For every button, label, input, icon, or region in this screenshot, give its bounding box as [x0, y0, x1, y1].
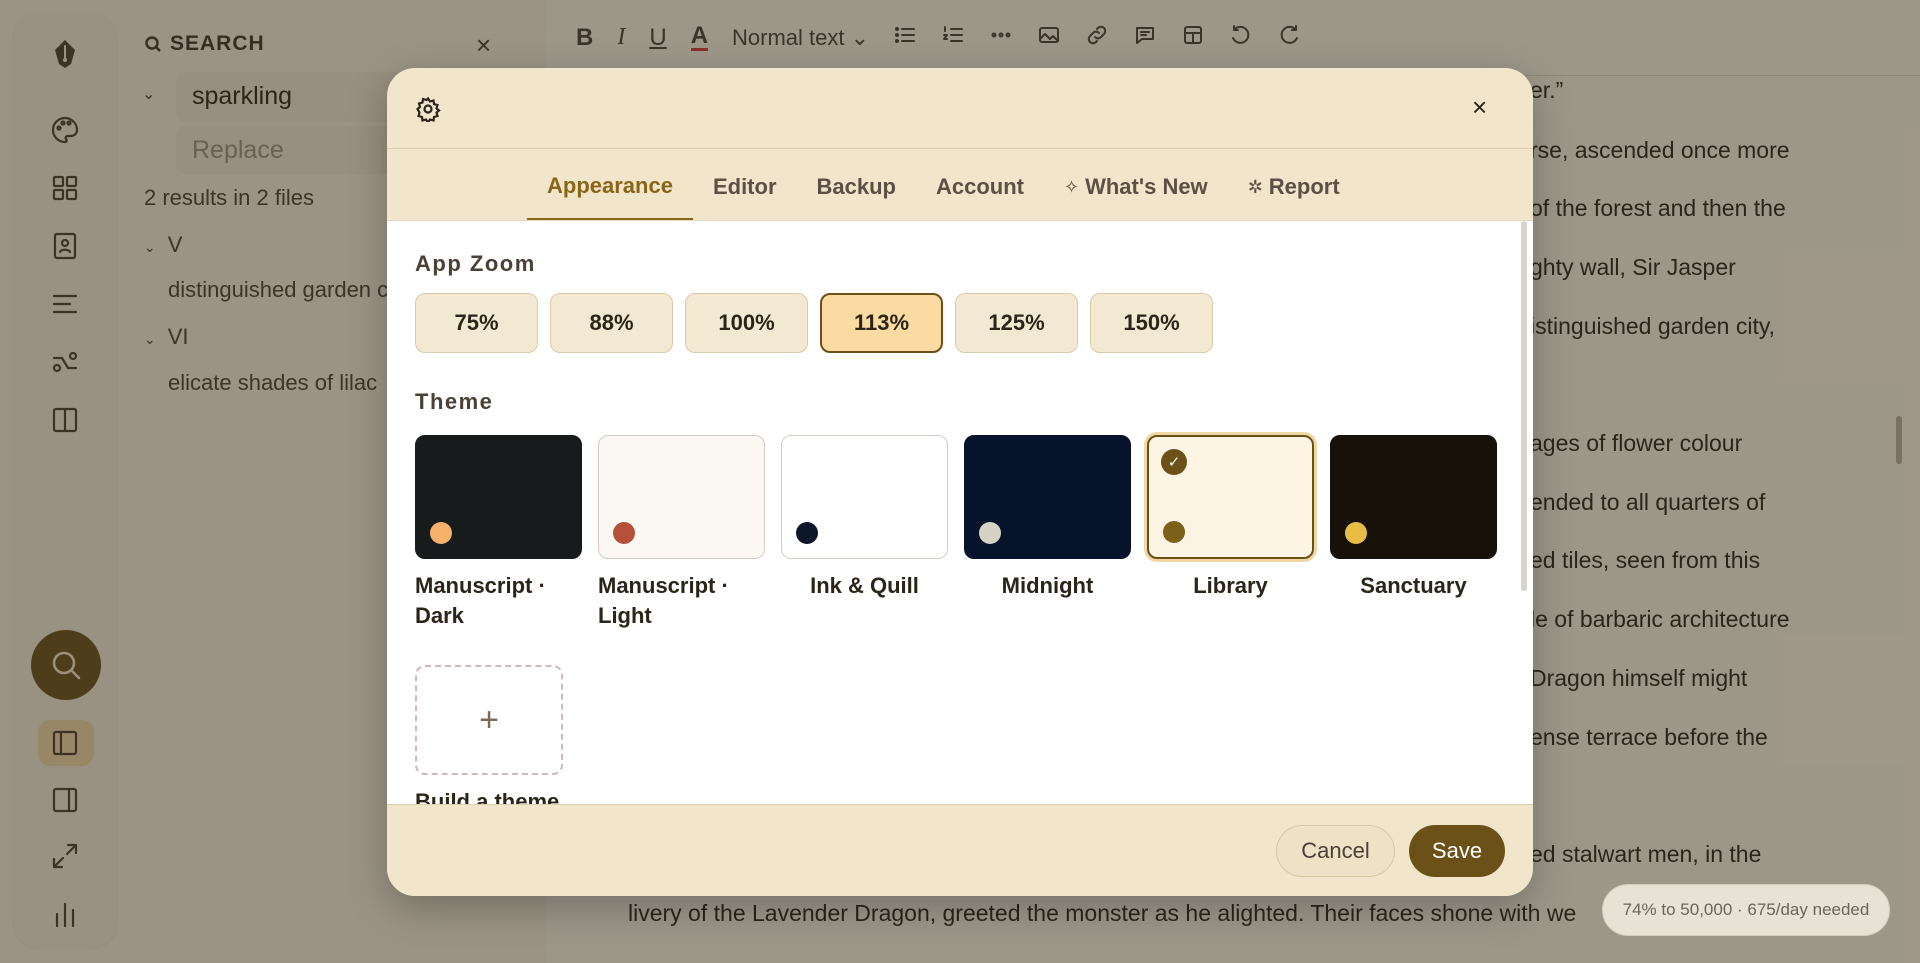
theme-name: Ink & Quill [810, 573, 919, 598]
tab-report[interactable]: ✲ Report [1228, 154, 1360, 220]
save-button[interactable]: Save [1409, 825, 1505, 877]
theme-swatch[interactable]: ✓ [1147, 435, 1314, 559]
theme-accent-dot [613, 522, 635, 544]
theme-name: Midnight [1001, 573, 1094, 598]
tab-label: Report [1268, 174, 1340, 199]
theme-card-selected[interactable]: ✓ Library [1147, 435, 1314, 631]
tab-label: What's New [1085, 174, 1208, 199]
bug-icon: ✲ [1247, 176, 1263, 197]
tab-whats-new[interactable]: ✧ What's New [1044, 154, 1228, 220]
theme-options: Manuscript · Dark Manuscript · Light Ink… [415, 435, 1497, 631]
theme-card[interactable]: Ink & Quill [781, 435, 948, 631]
theme-swatch[interactable] [1330, 435, 1497, 559]
tab-editor[interactable]: Editor [693, 154, 797, 220]
divider [387, 148, 1533, 149]
tab-account[interactable]: Account [916, 154, 1044, 220]
theme-swatch[interactable] [781, 435, 948, 559]
theme-accent-dot [979, 522, 1001, 544]
tab-label: Account [936, 174, 1024, 199]
theme-accent-dot [796, 522, 818, 544]
gear-icon [415, 96, 441, 127]
zoom-option[interactable]: 88% [550, 293, 673, 353]
tab-backup[interactable]: Backup [797, 154, 916, 220]
theme-swatch[interactable] [964, 435, 1131, 559]
settings-scrollbar[interactable] [1521, 221, 1527, 591]
theme-card[interactable]: Midnight [964, 435, 1131, 631]
settings-body: App Zoom 75% 88% 100% 113% 125% 150% The… [387, 220, 1533, 804]
zoom-option[interactable]: 150% [1090, 293, 1213, 353]
settings-tabs: Appearance Editor Backup Account ✧ What's… [527, 154, 1360, 220]
app-zoom-options: 75% 88% 100% 113% 125% 150% [415, 293, 1213, 353]
theme-title: Theme [415, 389, 494, 414]
theme-name: Library [1193, 573, 1268, 598]
tab-appearance[interactable]: Appearance [527, 154, 693, 220]
tab-label: Backup [816, 174, 896, 199]
theme-card[interactable]: Manuscript · Dark [415, 435, 582, 631]
theme-name: Manuscript · Light [598, 573, 729, 628]
theme-card[interactable]: Manuscript · Light [598, 435, 765, 631]
zoom-option-selected[interactable]: 113% [820, 293, 943, 353]
theme-swatch[interactable] [415, 435, 582, 559]
cancel-button[interactable]: Cancel [1276, 825, 1395, 877]
build-theme-label: Build a theme [415, 789, 560, 804]
plus-icon: + [479, 700, 499, 739]
zoom-option[interactable]: 75% [415, 293, 538, 353]
tab-label: Appearance [547, 173, 673, 198]
word-goal-stats: 74% to 50,000 · 675/day needed [1602, 884, 1890, 936]
theme-accent-dot [1163, 521, 1185, 543]
zoom-option[interactable]: 100% [685, 293, 808, 353]
theme-swatch[interactable] [598, 435, 765, 559]
tab-label: Editor [712, 174, 777, 199]
checkmark-icon: ✓ [1161, 449, 1187, 475]
theme-card[interactable]: Sanctuary [1330, 435, 1497, 631]
build-theme-button[interactable]: + [415, 665, 563, 775]
zoom-option[interactable]: 125% [955, 293, 1078, 353]
settings-dialog: × Appearance Editor Backup Account ✧ What… [387, 68, 1533, 896]
close-icon[interactable]: × [1472, 92, 1487, 123]
theme-name: Manuscript · Dark [415, 573, 546, 628]
sparkle-icon: ✧ [1064, 176, 1080, 197]
theme-name: Sanctuary [1360, 573, 1467, 598]
theme-accent-dot [430, 522, 452, 544]
theme-accent-dot [1345, 522, 1367, 544]
app-zoom-title: App Zoom [415, 251, 536, 276]
settings-footer: Cancel Save [387, 804, 1533, 896]
